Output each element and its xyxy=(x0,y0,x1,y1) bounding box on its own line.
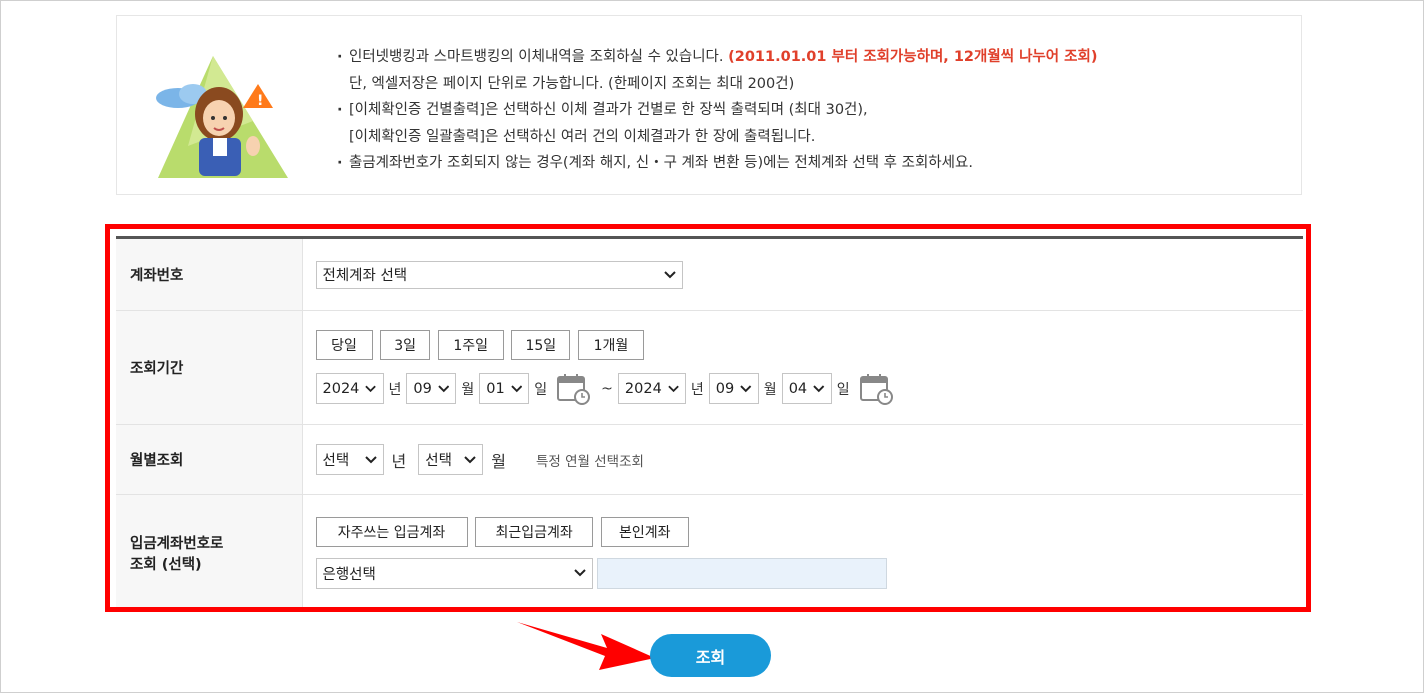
notice-item: 단, 엑셀저장은 페이지 단위로 가능합니다. (한페이지 조회는 최대 200… xyxy=(335,71,1097,98)
notice-text: 출금계좌번호가 조회되지 않는 경우(계좌 해지, 신・구 계좌 변환 등)에는… xyxy=(349,155,973,171)
svg-text:!: ! xyxy=(257,93,263,109)
notice-item: 출금계좌번호가 조회되지 않는 경우(계좌 해지, 신・구 계좌 변환 등)에는… xyxy=(335,150,1097,177)
search-button[interactable]: 조회 xyxy=(650,634,771,677)
pointer-arrow-icon xyxy=(517,622,655,670)
notice-highlight: (2011.01.01 부터 조회가능하며, 12개월씩 나누어 조회) xyxy=(728,49,1098,65)
notice-item: [이체확인증 건별출력]은 선택하신 이체 결과가 건별로 한 장씩 출력되며 … xyxy=(335,97,1097,124)
notice-text: [이체확인증 건별출력]은 선택하신 이체 결과가 건별로 한 장씩 출력되며 … xyxy=(349,102,868,118)
notice-item: 인터넷뱅킹과 스마트뱅킹의 이체내역을 조회하실 수 있습니다. (2011.0… xyxy=(335,44,1097,71)
notice-text: [이체확인증 일괄출력]은 선택하신 여러 건의 이체결과가 한 장에 출력됩니… xyxy=(349,128,816,145)
notice-text: 인터넷뱅킹과 스마트뱅킹의 이체내역을 조회하실 수 있습니다. xyxy=(349,49,729,65)
notice-text: 단, 엑셀저장은 페이지 단위로 가능합니다. (한페이지 조회는 최대 200… xyxy=(349,75,795,92)
highlight-box xyxy=(105,224,1311,612)
notice-item: [이체확인증 일괄출력]은 선택하신 여러 건의 이체결과가 한 장에 출력됩니… xyxy=(335,124,1097,151)
teller-illustration-icon: ! xyxy=(156,56,288,178)
notice-box: ! 인터넷뱅킹과 스마트뱅킹의 이체내역을 조회하실 수 있습니다. (2011… xyxy=(116,15,1302,195)
notice-list: 인터넷뱅킹과 스마트뱅킹의 이체내역을 조회하실 수 있습니다. (2011.0… xyxy=(335,44,1097,177)
